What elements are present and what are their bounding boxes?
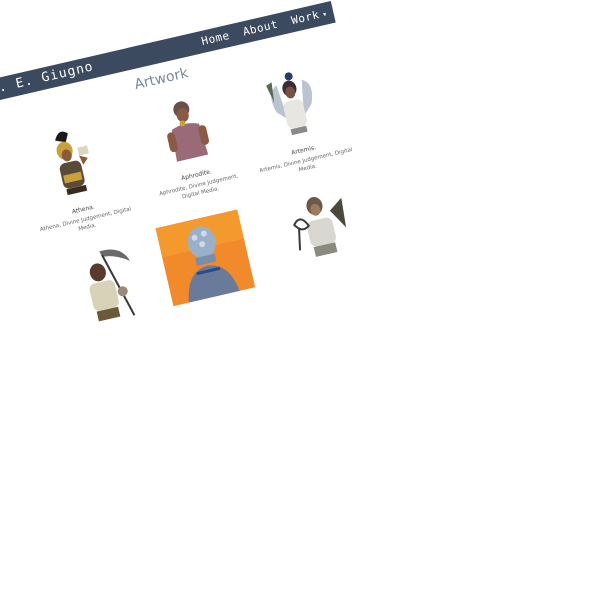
gallery-card-huntress[interactable] (264, 179, 380, 280)
artemis-artwork-image[interactable] (254, 62, 334, 152)
site-brand[interactable]: C. E. Giugno (0, 59, 95, 97)
caret-down-icon: ▾ (321, 9, 329, 20)
gallery-card-reaper[interactable] (52, 236, 168, 337)
nav-work-dropdown[interactable]: Work▾ (290, 6, 329, 27)
gallery-card-aphrodite[interactable]: Aphrodite. Aphrodite, Divine Judgement, … (129, 83, 250, 209)
huntress-artwork-image[interactable] (282, 183, 362, 273)
gallery-card-athena[interactable]: Athena. Athena, Divine Judgement, Digita… (16, 117, 137, 243)
nav-menu: Home About Work▾ (200, 6, 329, 48)
aphrodite-illustration (167, 101, 210, 162)
screenshot-stage: C. E. Giugno Home About Work▾ Artwork At… (0, 0, 600, 600)
reaper-illustration (89, 249, 136, 322)
gallery-card-sculpture[interactable] (148, 208, 264, 311)
huntress-illustration (293, 196, 347, 257)
aphrodite-artwork-image[interactable] (147, 87, 227, 177)
sculpture-painting (155, 209, 256, 307)
reaper-artwork-image[interactable] (69, 240, 149, 330)
nav-home-link[interactable]: Home (200, 29, 231, 48)
athena-artwork-image[interactable] (33, 121, 113, 211)
athena-illustration (55, 131, 89, 196)
website-page: C. E. Giugno Home About Work▾ Artwork At… (0, 0, 484, 492)
nav-work-label: Work (289, 8, 321, 28)
nav-about-link[interactable]: About (242, 18, 280, 39)
artemis-illustration (266, 72, 313, 136)
sculpture-artwork-image[interactable] (155, 209, 256, 307)
gallery-card-artemis[interactable]: Artemis. Artemis, Divine Judgement, Digi… (236, 58, 357, 184)
page-title: Artwork (132, 65, 190, 94)
